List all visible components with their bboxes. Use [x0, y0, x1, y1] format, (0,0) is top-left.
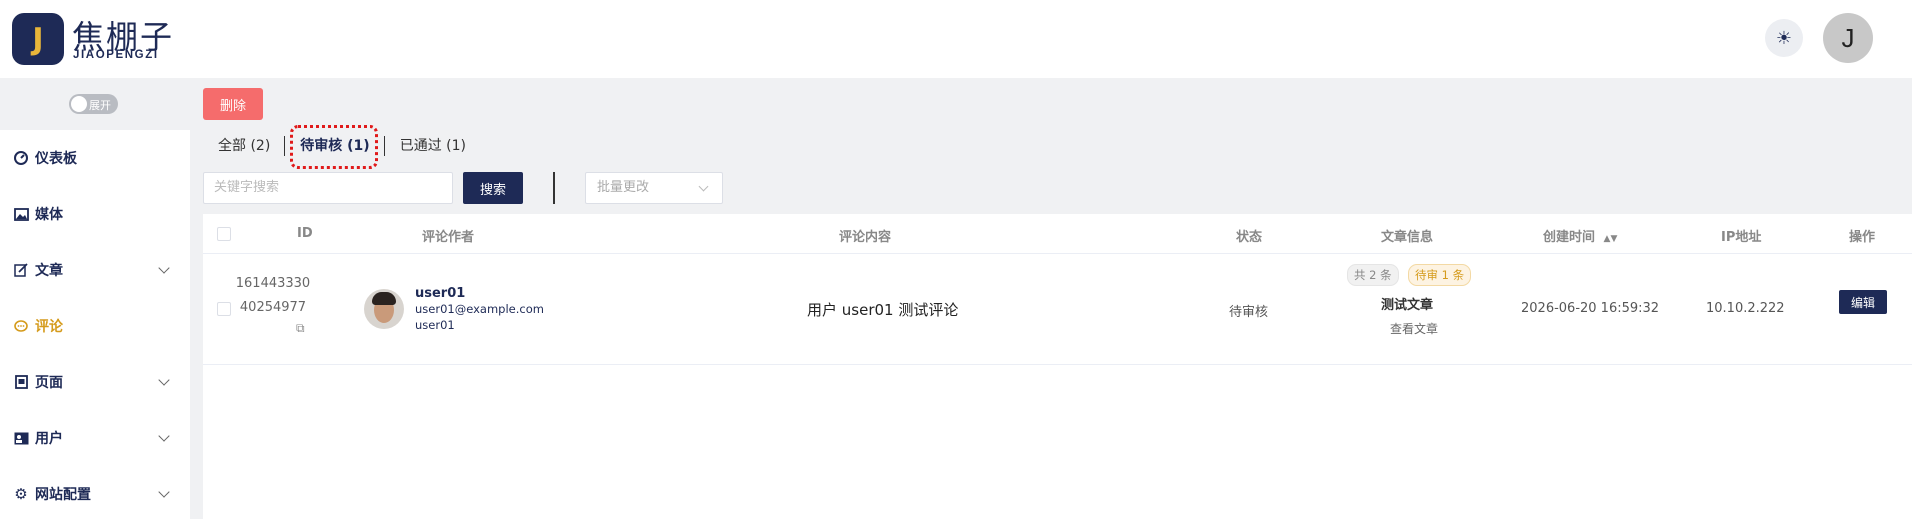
- search-input[interactable]: 关键字搜索: [203, 172, 453, 204]
- theme-toggle-button[interactable]: ☀: [1765, 19, 1803, 57]
- sidebar-item-label: 仪表板: [35, 151, 77, 167]
- divider: [553, 172, 555, 204]
- author-username: user01: [415, 318, 455, 332]
- sidebar-item-label: 评论: [35, 319, 63, 335]
- column-label: 创建时间: [1543, 230, 1596, 245]
- image-icon: [13, 206, 29, 222]
- chevron-down-icon: [158, 374, 170, 386]
- copy-icon[interactable]: ⧉: [296, 321, 305, 336]
- edit-icon: [13, 262, 29, 278]
- sort-icon: ▲▼: [1603, 234, 1618, 244]
- sidebar-expand-toggle[interactable]: 展开: [69, 94, 118, 114]
- select-all-checkbox[interactable]: [217, 227, 231, 241]
- sun-icon: ☀: [1775, 27, 1793, 49]
- sidebar-item-media[interactable]: 媒体: [0, 186, 190, 242]
- row-checkbox[interactable]: [217, 302, 231, 316]
- sidebar-menu: 仪表板 媒体 文章 评论 页面 用户 ⚙ 网站配置: [0, 130, 190, 519]
- article-title: 测试文章: [1381, 298, 1434, 313]
- sidebar: 展开 仪表板 媒体 文章 评论 页面 用户 ⚙ 网站配置: [0, 78, 190, 519]
- sidebar-item-label: 媒体: [35, 207, 63, 223]
- tab-all[interactable]: 全部 (2): [203, 136, 286, 156]
- column-header: 评论作者: [422, 230, 475, 245]
- author-avatar: [364, 289, 404, 329]
- table-header: ID 评论作者 评论内容 状态 文章信息 创建时间 ▲▼ IP地址 操作: [203, 214, 1912, 254]
- sidebar-item-site-config[interactable]: ⚙ 网站配置: [0, 466, 190, 519]
- sidebar-item-label: 用户: [35, 431, 63, 447]
- toggle-label: 展开: [89, 99, 111, 112]
- id-line: 40254977: [239, 300, 307, 315]
- sidebar-item-label: 页面: [35, 375, 63, 391]
- top-header: J 焦棚子 JIAOPENGZI ☀ J: [0, 0, 1912, 78]
- column-header: 状态: [1236, 230, 1263, 245]
- tab-approved[interactable]: 已通过 (1): [385, 136, 480, 156]
- sidebar-item-label: 网站配置: [35, 487, 91, 503]
- avatar-letter: J: [1841, 22, 1855, 53]
- delete-button[interactable]: 删除: [203, 88, 263, 120]
- user-avatar[interactable]: J: [1823, 13, 1873, 63]
- tab-pending[interactable]: 待审核 (1): [285, 125, 385, 169]
- gear-icon: ⚙: [14, 485, 28, 503]
- column-header: IP地址: [1721, 230, 1762, 245]
- toggle-knob: [71, 96, 87, 112]
- chevron-down-icon: [158, 430, 170, 442]
- logo-subtitle: JIAOPENGZI: [73, 49, 159, 61]
- edit-button[interactable]: 编辑: [1839, 290, 1887, 314]
- sidebar-item-comments[interactable]: 评论: [0, 298, 190, 354]
- comments-table: ID 评论作者 评论内容 状态 文章信息 创建时间 ▲▼ IP地址 操作 161…: [203, 214, 1912, 519]
- sidebar-item-pages[interactable]: 页面: [0, 354, 190, 410]
- view-article-link[interactable]: 查看文章: [1390, 320, 1438, 337]
- column-header: ID: [297, 226, 313, 241]
- comment-id: 161443330 40254977: [233, 272, 313, 320]
- user-icon: [13, 430, 29, 446]
- chevron-down-icon: [158, 486, 170, 498]
- highlight-marker: [290, 125, 379, 169]
- total-count-badge: 共 2 条: [1347, 264, 1399, 286]
- bulk-change-select[interactable]: 批量更改: [585, 172, 723, 204]
- author-email: user01@example.com: [415, 302, 544, 316]
- comment-content: 用户 user01 测试评论: [807, 301, 959, 319]
- status-tabs: 全部 (2) 待审核 (1) 已通过 (1): [203, 125, 480, 169]
- logo-letter: J: [32, 21, 44, 57]
- chevron-down-icon: [158, 262, 170, 274]
- status-text: 待审核: [1229, 305, 1269, 320]
- column-header: 操作: [1849, 230, 1876, 245]
- sidebar-item-dashboard[interactable]: 仪表板: [0, 130, 190, 186]
- comment-icon: [13, 318, 29, 334]
- column-header: 文章信息: [1381, 230, 1434, 245]
- sidebar-item-users[interactable]: 用户: [0, 410, 190, 466]
- select-placeholder: 批量更改: [597, 180, 650, 195]
- page-icon: [13, 374, 29, 390]
- column-header-sortable[interactable]: 创建时间 ▲▼: [1543, 226, 1617, 245]
- chevron-down-icon: [698, 181, 709, 192]
- ip-address: 10.10.2.222: [1706, 301, 1785, 316]
- dashboard-icon: [13, 150, 29, 166]
- sidebar-item-articles[interactable]: 文章: [0, 242, 190, 298]
- id-line: 161443330: [235, 276, 311, 291]
- author-name: user01: [415, 286, 466, 301]
- column-header: 评论内容: [839, 230, 892, 245]
- sidebar-item-label: 文章: [35, 263, 63, 279]
- pending-count-badge: 待审 1 条: [1408, 264, 1472, 286]
- table-row: 161443330 40254977 ⧉ user01 user01@examp…: [203, 254, 1912, 365]
- search-button[interactable]: 搜索: [463, 172, 523, 204]
- avatar-hair: [372, 292, 396, 305]
- logo-mark: J: [12, 13, 64, 65]
- created-time: 2026-06-20 16:59:32: [1521, 301, 1660, 316]
